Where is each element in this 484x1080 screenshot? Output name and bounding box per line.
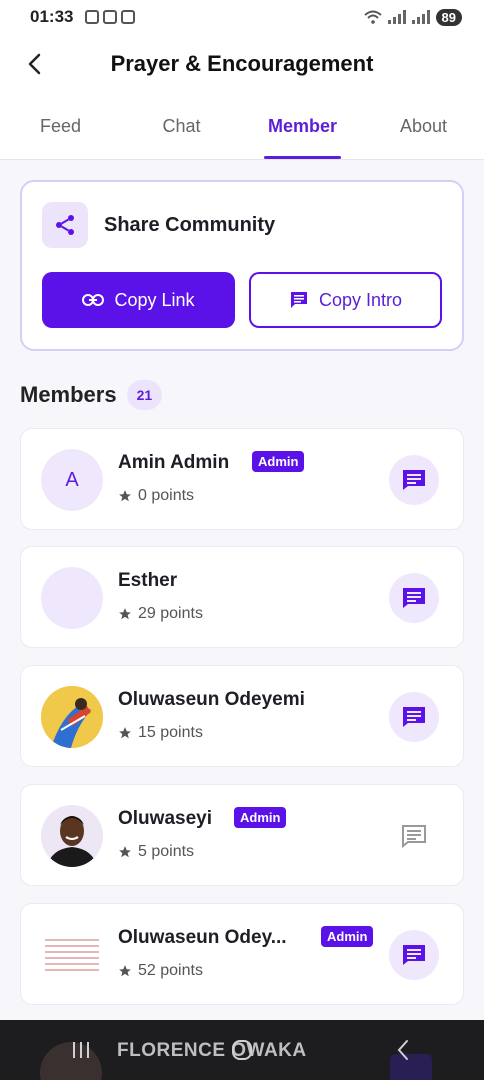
- chat-icon: [403, 588, 425, 608]
- member-points-text: 52 points: [138, 962, 203, 979]
- share-icon-box: [42, 202, 88, 248]
- member-name: Oluwaseun Odeyemi: [118, 689, 305, 710]
- copy-link-label: Copy Link: [114, 289, 195, 310]
- message-member-button[interactable]: [389, 930, 439, 980]
- link-icon: [82, 294, 105, 306]
- admin-badge: Admin: [321, 926, 374, 947]
- member-card[interactable]: Oluwaseun Odeyemi 15 points: [20, 665, 464, 767]
- avatar: A: [41, 449, 103, 511]
- wifi-icon: [363, 10, 382, 24]
- avatar-image: [41, 924, 103, 986]
- member-points: 15 points: [118, 724, 203, 742]
- status-left: 01:33: [30, 7, 136, 27]
- battery-indicator: 89: [435, 8, 462, 26]
- admin-badge: Admin: [234, 807, 287, 828]
- signal-icon: [387, 10, 406, 24]
- members-header: Members 21: [20, 380, 163, 410]
- star-icon: [119, 965, 131, 977]
- tab-member[interactable]: Member: [242, 94, 363, 159]
- member-points-text: 5 points: [138, 843, 195, 860]
- recent-apps-button[interactable]: [51, 1030, 111, 1070]
- status-notification-icons: [85, 10, 136, 24]
- message-member-button[interactable]: [389, 455, 439, 505]
- copy-intro-label: Copy Intro: [318, 289, 403, 310]
- message-member-button[interactable]: [389, 573, 439, 623]
- star-icon: [119, 608, 131, 620]
- member-points: 52 points: [118, 962, 203, 980]
- member-name: Oluwaseun Odey...: [118, 927, 287, 948]
- members-count-badge: 21: [126, 380, 163, 410]
- avatar: [41, 924, 103, 986]
- app-bar: Prayer & Encouragement: [0, 34, 484, 94]
- avatar-initial: A: [65, 468, 79, 491]
- copy-link-button[interactable]: Copy Link: [42, 272, 235, 328]
- chat-icon: [403, 470, 425, 490]
- tab-feed[interactable]: Feed: [0, 94, 121, 159]
- member-card[interactable]: Oluwaseun Odey... Admin 52 points: [20, 903, 464, 1005]
- status-time: 01:33: [30, 7, 74, 26]
- tab-about[interactable]: About: [363, 94, 484, 159]
- screenshot-icon: [85, 10, 100, 24]
- recent-apps-icon: [72, 1042, 89, 1058]
- member-card[interactable]: Esther 29 points: [20, 546, 464, 648]
- avatar-image: [41, 686, 103, 748]
- status-right: 89: [363, 8, 462, 26]
- tab-bar: Feed Chat Member About: [0, 94, 484, 160]
- share-header: Share Community: [42, 202, 275, 248]
- back-button[interactable]: [18, 48, 50, 80]
- share-title: Share Community: [104, 213, 276, 236]
- chat-icon: [402, 825, 426, 848]
- member-name: Amin Admin: [118, 452, 230, 473]
- copy-intro-button[interactable]: Copy Intro: [249, 272, 442, 328]
- avatar: [41, 686, 103, 748]
- member-points-text: 0 points: [138, 487, 195, 504]
- system-back-button[interactable]: [373, 1030, 433, 1070]
- page-title: Prayer & Encouragement: [110, 51, 374, 76]
- avatar-image: [41, 805, 103, 867]
- member-card[interactable]: A Amin Admin Admin 0 points: [20, 428, 464, 530]
- member-points: 5 points: [118, 843, 194, 861]
- member-name: Esther: [118, 570, 178, 591]
- member-points: 0 points: [118, 487, 194, 505]
- star-icon: [119, 490, 131, 502]
- home-icon: [231, 1040, 252, 1060]
- signal-icon-2: [411, 10, 430, 24]
- back-icon: [397, 1040, 409, 1060]
- chat-icon: [403, 945, 425, 965]
- member-points-text: 29 points: [138, 605, 203, 622]
- member-points: 29 points: [118, 605, 203, 623]
- members-title: Members: [20, 382, 117, 407]
- gmail-icon: [103, 10, 118, 24]
- avatar: [41, 567, 103, 629]
- status-bar: 01:33 89: [0, 0, 484, 34]
- member-card[interactable]: Oluwaseyi Admin 5 points: [20, 784, 464, 886]
- member-points-text: 15 points: [138, 724, 203, 741]
- message-member-button[interactable]: [389, 811, 439, 861]
- app-notification-icon: [121, 10, 136, 24]
- share-icon: [56, 215, 74, 235]
- share-community-card: Share Community Copy Link Copy Intro: [20, 180, 464, 351]
- message-member-button[interactable]: [389, 692, 439, 742]
- chevron-left-icon: [28, 53, 41, 75]
- tab-chat[interactable]: Chat: [121, 94, 242, 159]
- admin-badge: Admin: [252, 451, 305, 472]
- star-icon: [119, 846, 131, 858]
- avatar: [41, 805, 103, 867]
- chat-icon: [403, 707, 425, 727]
- star-icon: [119, 727, 131, 739]
- home-button[interactable]: [212, 1030, 272, 1070]
- member-name: Oluwaseyi: [118, 808, 212, 829]
- system-navigation-bar: FLORENCE OWAKA: [0, 1020, 484, 1080]
- message-icon: [290, 292, 307, 308]
